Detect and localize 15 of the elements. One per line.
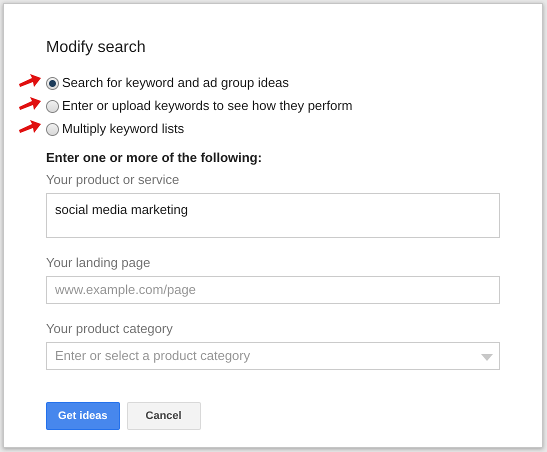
radio-button[interactable]: [46, 76, 59, 90]
radio-label[interactable]: Multiply keyword lists: [62, 119, 184, 139]
field-label: Your product or service: [46, 172, 180, 188]
field-label: Your landing page: [46, 255, 152, 271]
get-ideas-button[interactable]: Get ideas: [46, 402, 120, 430]
dropdown-arrow-icon: [481, 354, 493, 361]
field-label: Your product category: [46, 321, 174, 337]
text-area[interactable]: social media marketing: [46, 193, 500, 238]
cancel-button[interactable]: Cancel: [126, 402, 201, 430]
radio-button[interactable]: [46, 122, 59, 136]
radio-button[interactable]: [46, 100, 59, 112]
radio-label[interactable]: Enter or upload keywords to see how they perform: [62, 96, 352, 116]
radio-label[interactable]: Search for keyword and ad group ideas: [62, 73, 289, 93]
section-heading: Enter one or more of the following:: [46, 150, 263, 166]
dialog-title: Modify search: [46, 38, 147, 58]
